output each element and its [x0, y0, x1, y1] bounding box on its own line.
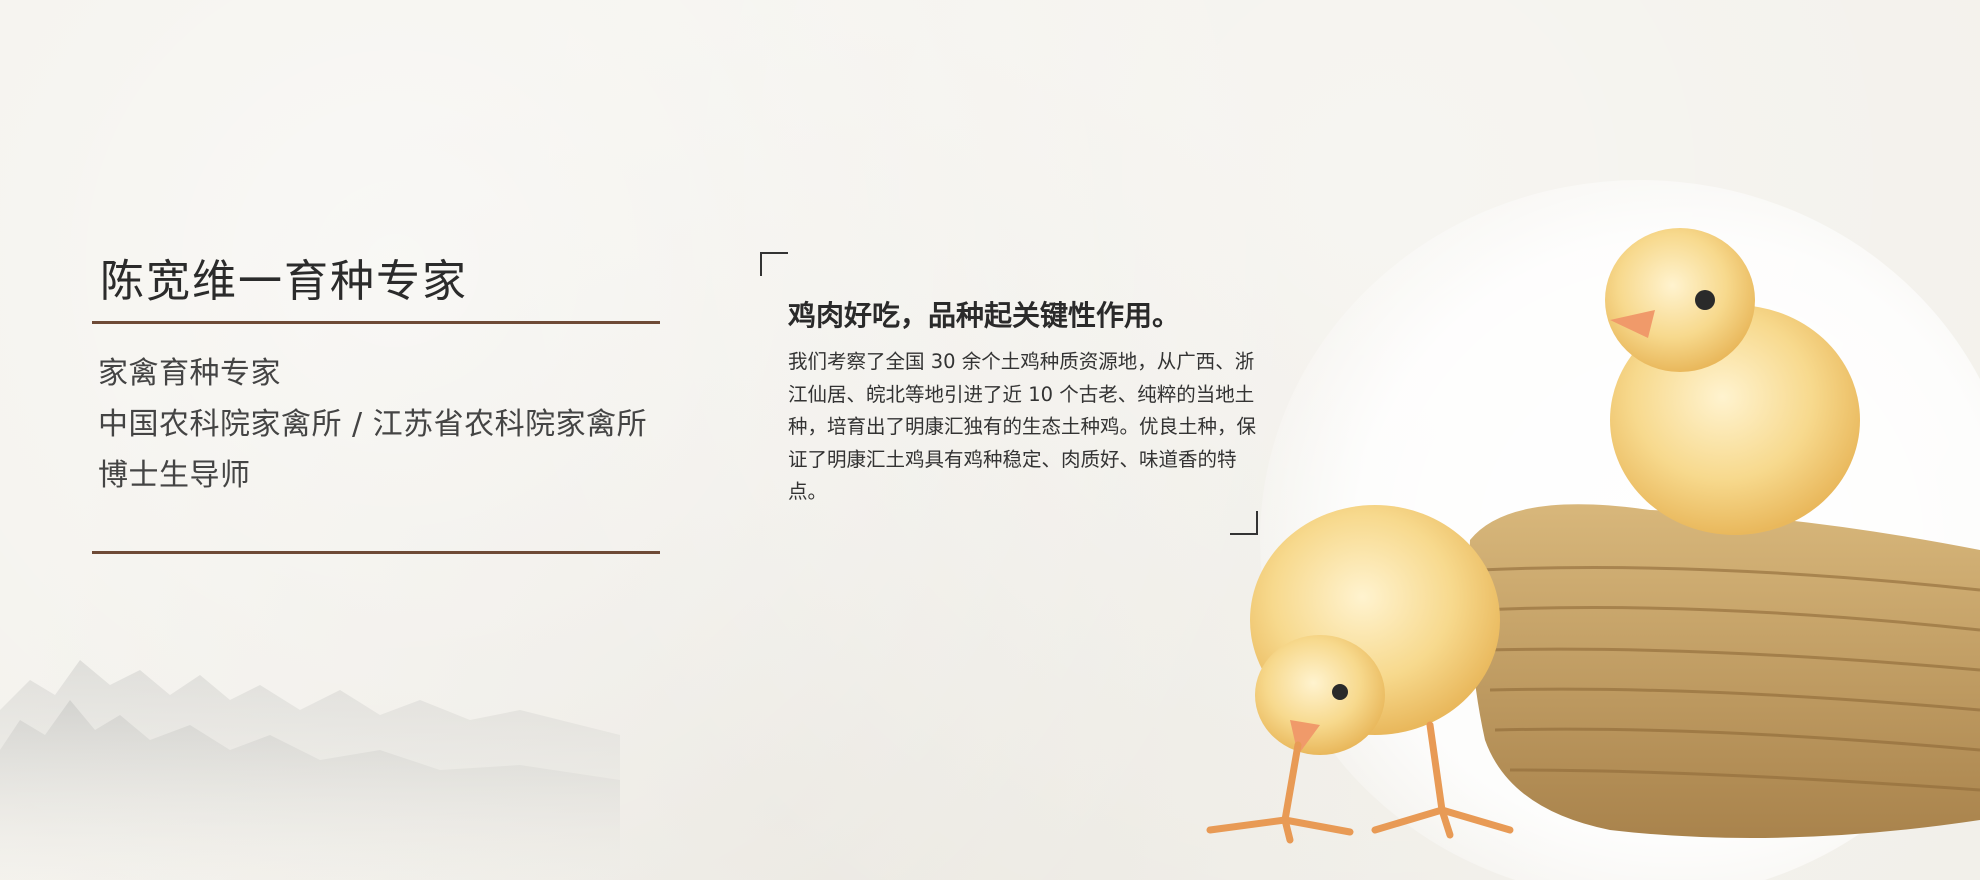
bottom-divider — [92, 551, 660, 554]
chicks-photo — [1180, 180, 1980, 880]
expert-profile: 陈宽维一育种专家 家禽育种专家 中国农科院家禽所 / 江苏省农科院家禽所 博士生… — [92, 0, 678, 880]
chicks-in-nest-illustration — [1206, 180, 1980, 880]
credential-line: 中国农科院家禽所 / 江苏省农科院家禽所 — [98, 407, 648, 442]
credential-line: 博士生导师 — [98, 458, 251, 493]
straw-nest — [1469, 504, 1980, 838]
credential-line: 家禽育种专家 — [98, 356, 281, 391]
expert-credentials: 家禽育种专家 中国农科院家禽所 / 江苏省农科院家禽所 博士生导师 — [98, 348, 647, 501]
corner-bracket-top-left — [760, 252, 788, 276]
quote-heading: 鸡肉好吃，品种起关键性作用。 — [788, 299, 1181, 332]
top-divider — [92, 321, 660, 324]
expert-title: 陈宽维一育种专家 — [100, 256, 468, 307]
